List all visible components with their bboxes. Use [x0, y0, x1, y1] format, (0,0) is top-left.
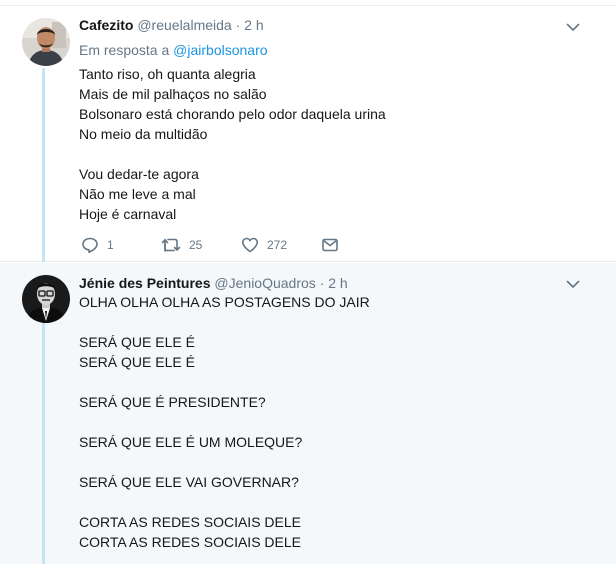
thread-connector-line [42, 323, 45, 564]
timestamp[interactable]: 2 h [328, 275, 347, 291]
tweet-header: Jénie des Peintures @JenioQuadros · 2 h [79, 274, 348, 292]
tweet-actions: 1 25 272 [79, 235, 359, 255]
retweet-count: 25 [189, 238, 203, 252]
user-handle[interactable]: @reuelalmeida [137, 17, 231, 33]
tweet-text: OLHA OLHA OLHA AS POSTAGENS DO JAIR SERÁ… [79, 294, 370, 550]
reply-context: Em resposta a @jairbolsonaro [79, 41, 268, 59]
retweet-button[interactable]: 25 [161, 235, 202, 255]
user-handle[interactable]: @JenioQuadros [214, 275, 315, 291]
tweet-text: Tanto riso, oh quanta alegria Mais de mi… [79, 66, 386, 222]
reply-prefix: Em resposta a [79, 42, 170, 58]
more-options-button[interactable] [564, 18, 582, 36]
separator-dot: · [319, 275, 325, 291]
timestamp[interactable]: 2 h [244, 17, 263, 33]
tweet[interactable]: Cafezito @reuelalmeida · 2 h Em resposta… [0, 6, 616, 262]
avatar[interactable] [22, 275, 70, 323]
retweet-icon [161, 238, 181, 252]
tweet-header: Cafezito @reuelalmeida · 2 h [79, 16, 264, 34]
reply-mention-link[interactable]: @jairbolsonaro [173, 42, 267, 58]
like-count: 272 [267, 238, 288, 252]
avatar[interactable] [22, 18, 70, 66]
direct-message-button[interactable] [321, 235, 339, 255]
like-button[interactable]: 272 [241, 235, 287, 255]
chevron-down-icon [566, 23, 580, 31]
reply-count: 1 [107, 238, 114, 252]
reply-icon [82, 237, 98, 254]
profile-photo [22, 18, 70, 66]
reply-button[interactable]: 1 [81, 235, 114, 255]
separator-dot: · [235, 17, 241, 33]
envelope-icon [322, 238, 338, 252]
thread-connector-line [42, 68, 45, 262]
profile-photo [22, 275, 70, 323]
tweet[interactable]: Jénie des Peintures @JenioQuadros · 2 h … [0, 263, 616, 564]
heart-icon [242, 237, 258, 253]
chevron-down-icon [566, 280, 580, 288]
more-options-button[interactable] [564, 275, 582, 293]
display-name[interactable]: Cafezito [79, 17, 133, 33]
display-name[interactable]: Jénie des Peintures [79, 275, 211, 291]
